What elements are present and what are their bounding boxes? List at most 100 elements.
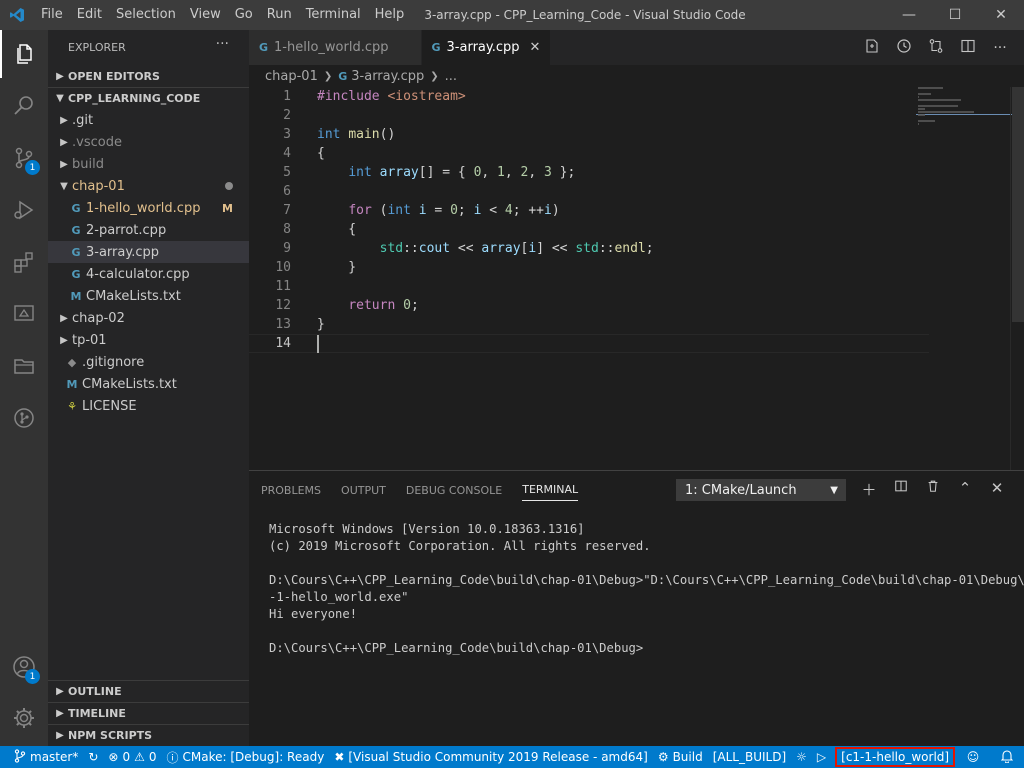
tree-item[interactable]: M CMakeLists.txt xyxy=(48,373,249,395)
breadcrumb-file[interactable]: 3-array.cpp xyxy=(351,69,424,84)
extensions-icon[interactable] xyxy=(0,238,48,286)
feedback-button[interactable]: ☺ xyxy=(956,746,990,768)
remote-explorer-icon[interactable] xyxy=(0,290,48,338)
code-editor[interactable]: 1 #include <iostream> 2 3 int main() 4{5 int … xyxy=(249,87,1024,470)
accounts-icon[interactable]: 1 xyxy=(0,643,48,691)
tree-item[interactable]: G 3-array.cpp xyxy=(48,241,249,263)
tree-item[interactable]: ⚘ LICENSE xyxy=(48,395,249,417)
code-text: return 0; xyxy=(317,298,419,313)
terminal-output[interactable]: Microsoft Windows [Version 10.0.18363.13… xyxy=(269,521,1024,657)
settings-gear-icon[interactable] xyxy=(0,694,48,742)
minimap-line xyxy=(918,120,935,122)
build-button[interactable]: ⚙ Build xyxy=(653,746,708,768)
cmake-kit[interactable]: ✖ [Visual Studio Community 2019 Release … xyxy=(329,746,653,768)
open-editors-section[interactable]: ▶ OPEN EDITORS xyxy=(48,65,249,87)
terminal-line: D:\Cours\C++\CPP_Learning_Code\build\cha… xyxy=(269,641,644,655)
tree-item[interactable]: ▶ build xyxy=(48,153,249,175)
tab-1-hello-world[interactable]: G 1-hello_world.cpp xyxy=(249,30,422,65)
chevron-right-icon: ▶ xyxy=(60,158,68,170)
cpp-file-icon: G xyxy=(71,267,81,281)
tab-label: 1-hello_world.cpp xyxy=(274,40,389,55)
build-target[interactable]: [ALL_BUILD] xyxy=(708,746,791,768)
search-icon[interactable] xyxy=(0,82,48,130)
code-token: cout xyxy=(418,241,451,256)
menu-run[interactable]: Run xyxy=(260,0,299,30)
breadcrumb-folder[interactable]: chap-01 xyxy=(265,69,318,84)
chevron-down-icon: ▼ xyxy=(56,93,64,104)
tree-item[interactable]: ▼ chap-01 xyxy=(48,175,249,197)
warning-icon: ⚠ xyxy=(134,750,145,764)
split-terminal-icon[interactable] xyxy=(885,479,917,500)
tab-output[interactable]: OUTPUT xyxy=(341,480,386,501)
code-line: 14 xyxy=(249,334,929,353)
explorer-icon[interactable] xyxy=(0,30,48,78)
breadcrumb-symbols[interactable]: ... xyxy=(445,69,457,84)
history-icon[interactable] xyxy=(888,38,920,58)
code-token: 0 xyxy=(403,298,411,313)
tab-terminal[interactable]: TERMINAL xyxy=(522,479,579,501)
outline-section[interactable]: ▶ OUTLINE xyxy=(48,680,249,702)
new-terminal-icon[interactable]: ＋ xyxy=(853,479,885,500)
launch-button[interactable]: ▷ xyxy=(812,746,831,768)
minimap[interactable] xyxy=(916,87,1012,470)
menu-terminal[interactable]: Terminal xyxy=(299,0,368,30)
tree-item[interactable]: ▶ chap-02 xyxy=(48,307,249,329)
menu-file[interactable]: File xyxy=(34,0,70,30)
chevron-right-icon: ▶ xyxy=(56,730,64,741)
maximize-button[interactable]: ☐ xyxy=(932,0,978,30)
minimap-line xyxy=(918,111,974,113)
menu-selection[interactable]: Selection xyxy=(109,0,183,30)
workspace-root-section[interactable]: ▼ CPP_LEARNING_CODE xyxy=(48,87,249,109)
open-changes-icon[interactable] xyxy=(856,38,888,58)
close-window-button[interactable]: ✕ xyxy=(978,0,1024,30)
code-text: int array[] = { 0, 1, 2, 3 }; xyxy=(317,165,575,180)
code-line: 11 xyxy=(249,277,929,296)
npm-scripts-section[interactable]: ▶ NPM SCRIPTS xyxy=(48,724,249,746)
scrollbar-thumb[interactable] xyxy=(1012,87,1024,322)
close-panel-icon[interactable]: ✕ xyxy=(981,479,1013,500)
debug-button[interactable]: ☼ xyxy=(791,746,812,768)
cpp-file-icon: G xyxy=(71,245,81,259)
git-branch-status[interactable]: master* xyxy=(0,746,83,768)
terminal-line: (c) 2019 Microsoft Corporation. All righ… xyxy=(269,539,651,553)
error-count: 0 xyxy=(122,750,131,764)
compare-icon[interactable] xyxy=(920,38,952,58)
git-graph-icon[interactable] xyxy=(0,394,48,442)
code-token: ; xyxy=(410,298,419,313)
code-token: << xyxy=(450,241,482,256)
kill-terminal-icon[interactable] xyxy=(917,479,949,500)
timeline-section[interactable]: ▶ TIMELINE xyxy=(48,702,249,724)
line-number: 14 xyxy=(275,336,291,351)
tree-item[interactable]: M CMakeLists.txt xyxy=(48,285,249,307)
more-actions-icon[interactable]: ··· xyxy=(216,36,229,52)
cpp-file-icon: G xyxy=(338,69,348,83)
tree-item[interactable]: G 2-parrot.cpp xyxy=(48,219,249,241)
tree-item[interactable]: ▶ tp-01 xyxy=(48,329,249,351)
tab-debug-console[interactable]: DEBUG CONSOLE xyxy=(406,480,502,501)
editor-scrollbar[interactable] xyxy=(1010,87,1024,470)
folder-view-icon[interactable] xyxy=(0,342,48,390)
menu-view[interactable]: View xyxy=(183,0,228,30)
tree-item[interactable]: G 1-hello_world.cpp M xyxy=(48,197,249,219)
minimize-button[interactable]: — xyxy=(886,0,932,30)
sync-button[interactable]: ↻ xyxy=(83,746,103,768)
maximize-panel-icon[interactable]: ⌃ xyxy=(949,479,981,500)
source-control-icon[interactable]: 1 xyxy=(0,134,48,182)
notifications-button[interactable] xyxy=(990,746,1024,768)
menu-go[interactable]: Go xyxy=(228,0,260,30)
tab-3-array[interactable]: G 3-array.cpp ✕ xyxy=(421,30,552,65)
tree-item[interactable]: ◆ .gitignore xyxy=(48,351,249,373)
more-editor-actions-icon[interactable]: ··· xyxy=(984,40,1016,56)
launch-target[interactable]: [c1-1-hello_world] xyxy=(835,747,956,767)
tree-item[interactable]: ▶ .vscode xyxy=(48,131,249,153)
terminal-select[interactable]: 1: CMake/Launch ▼ xyxy=(676,479,846,501)
run-debug-icon[interactable] xyxy=(0,186,48,234)
menu-edit[interactable]: Edit xyxy=(70,0,109,30)
split-editor-icon[interactable] xyxy=(952,38,984,58)
cmake-status[interactable]: ⓘ CMake: [Debug]: Ready xyxy=(162,746,330,768)
tree-item[interactable]: G 4-calculator.cpp xyxy=(48,263,249,285)
problems-status[interactable]: ⊗ 0 ⚠ 0 xyxy=(103,746,161,768)
close-tab-icon[interactable]: ✕ xyxy=(530,40,541,55)
tree-item[interactable]: ▶ .git xyxy=(48,109,249,131)
tab-problems[interactable]: PROBLEMS xyxy=(261,480,321,501)
